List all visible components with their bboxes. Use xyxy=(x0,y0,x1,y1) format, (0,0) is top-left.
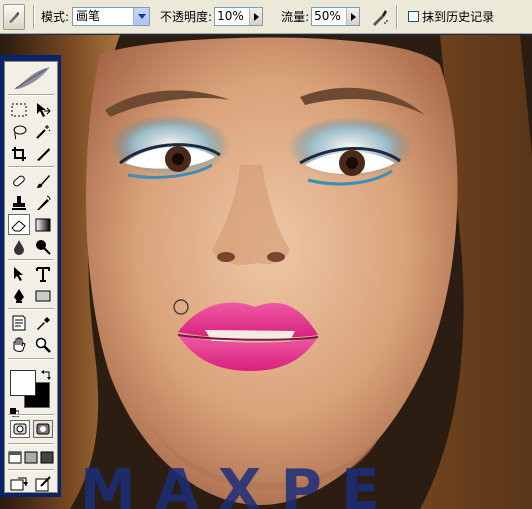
feather-logo-icon[interactable] xyxy=(9,63,55,93)
toolbox-body xyxy=(4,61,58,493)
options-separator xyxy=(396,4,399,29)
eraser-tool-icon[interactable] xyxy=(8,214,30,235)
toolbox-separator xyxy=(8,308,54,310)
checkbox-box[interactable] xyxy=(408,11,420,22)
full-screen-mode-icon[interactable] xyxy=(39,447,55,468)
crop-tool-icon[interactable] xyxy=(8,143,30,164)
healing-brush-tool-icon[interactable] xyxy=(8,170,30,191)
flow-value: 50% xyxy=(314,9,341,23)
svg-text:M A X P E: M A X P E xyxy=(80,458,380,509)
brush-tool-icon[interactable] xyxy=(32,170,54,191)
opacity-field[interactable]: 10% xyxy=(214,7,264,26)
lasso-tool-icon[interactable] xyxy=(8,121,30,142)
flow-field[interactable]: 50% xyxy=(311,7,361,26)
dodge-tool-icon[interactable] xyxy=(32,236,54,257)
portrait-photo: M A X P E xyxy=(0,35,532,509)
opacity-label: 不透明度: xyxy=(160,10,213,24)
edit-in-imageready-icon[interactable] xyxy=(32,473,54,494)
quick-mask-mode-button[interactable] xyxy=(33,420,53,438)
toolbox-separator xyxy=(8,414,54,416)
options-separator xyxy=(33,4,35,29)
airbrush-icon xyxy=(373,9,389,26)
opacity-slider-arrow-icon[interactable] xyxy=(249,8,263,25)
brush-preset-icon xyxy=(9,11,19,23)
airbrush-button[interactable] xyxy=(368,5,392,29)
toolbox-separator xyxy=(8,443,54,445)
hand-tool-icon[interactable] xyxy=(8,334,30,355)
jump-to-imageready-icon[interactable] xyxy=(8,473,30,494)
shape-tool-icon[interactable] xyxy=(32,285,54,306)
toolbox-separator xyxy=(8,259,54,261)
opacity-value: 10% xyxy=(217,9,244,23)
history-brush-tool-icon[interactable] xyxy=(32,192,54,213)
erase-to-history-checkbox[interactable]: 抹到历史记录 xyxy=(408,8,494,25)
document-canvas[interactable]: M A X P E xyxy=(0,35,532,509)
full-screen-menu-mode-icon[interactable] xyxy=(23,447,39,468)
chevron-down-icon[interactable] xyxy=(133,8,150,25)
eyedropper-tool-icon[interactable] xyxy=(32,312,54,333)
standard-screen-mode-icon[interactable] xyxy=(7,447,23,468)
foreground-color-swatch[interactable] xyxy=(10,370,36,396)
standard-mode-button[interactable] xyxy=(10,420,30,438)
mode-value: 画笔 xyxy=(76,9,101,23)
tool-preset-picker[interactable] xyxy=(3,3,25,30)
pen-tool-icon[interactable] xyxy=(8,285,30,306)
toolbox-panel[interactable] xyxy=(0,55,61,497)
type-tool-icon[interactable] xyxy=(32,263,54,284)
toolbox-separator xyxy=(8,469,54,471)
gradient-tool-icon[interactable] xyxy=(32,214,54,235)
flow-slider-arrow-icon[interactable] xyxy=(346,8,360,25)
move-tool-icon[interactable] xyxy=(32,99,54,120)
toolbox-separator xyxy=(8,166,54,168)
erase-to-history-label: 抹到历史记录 xyxy=(422,10,495,24)
blur-tool-icon[interactable] xyxy=(8,236,30,257)
swap-colors-icon[interactable] xyxy=(40,367,52,380)
zoom-tool-icon[interactable] xyxy=(32,334,54,355)
path-selection-tool-icon[interactable] xyxy=(8,263,30,284)
slice-tool-icon[interactable] xyxy=(32,143,54,164)
default-colors-icon[interactable] xyxy=(10,402,20,418)
mode-select[interactable]: 画笔 xyxy=(72,7,151,26)
clone-stamp-tool-icon[interactable] xyxy=(8,192,30,213)
toolbox-separator xyxy=(8,94,54,96)
mode-label: 模式: xyxy=(41,10,70,24)
flow-label: 流量: xyxy=(281,10,310,24)
notes-tool-icon[interactable] xyxy=(8,312,30,333)
marquee-tool-icon[interactable] xyxy=(8,99,30,120)
magic-wand-tool-icon[interactable] xyxy=(32,121,54,142)
toolbox-separator xyxy=(8,358,54,360)
options-bar: 模式: 画笔 不透明度: 10% 流量: 50% 抹到历史记录 xyxy=(0,0,532,34)
